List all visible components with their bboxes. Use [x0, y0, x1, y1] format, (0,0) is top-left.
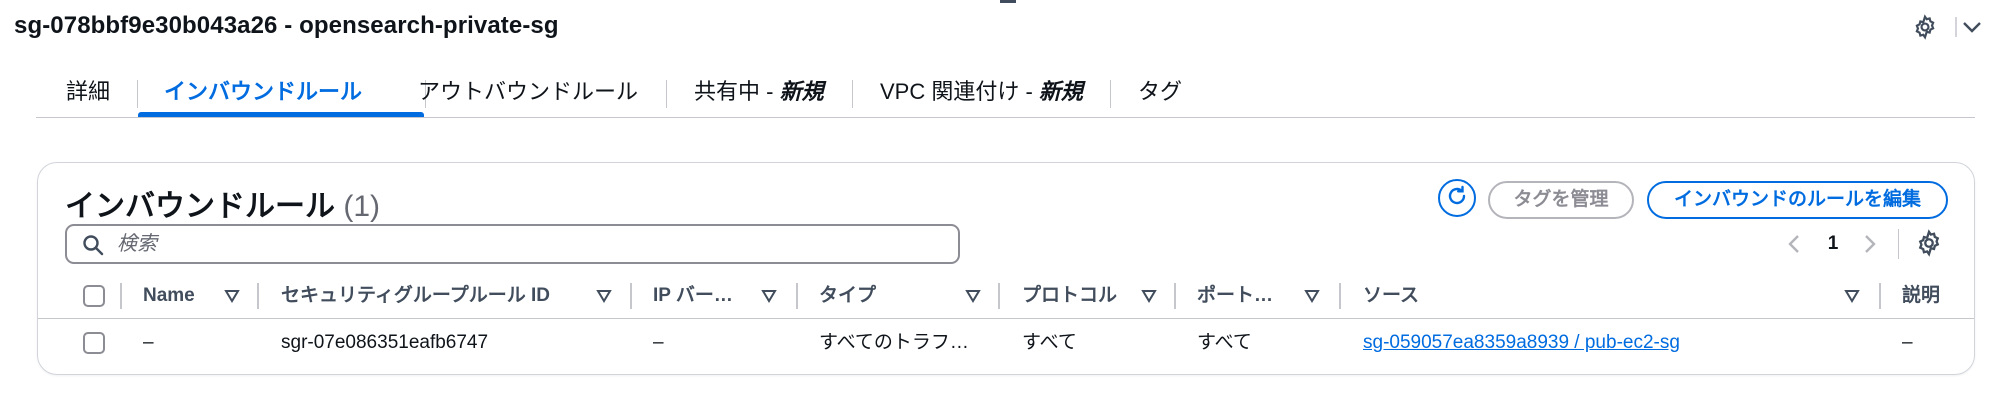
tab-inbound-rules[interactable]: インバウンドルール [164, 70, 362, 118]
source-security-group-link[interactable]: sg-059057ea8359a8939 / pub-ec2-sg [1363, 332, 1680, 353]
column-header-port[interactable]: ポート… [1197, 273, 1273, 319]
tab-label: 詳細 [66, 79, 111, 104]
search-field[interactable] [65, 224, 960, 264]
sort-icon[interactable] [1844, 289, 1860, 303]
gear-icon[interactable] [1912, 14, 1938, 40]
search-input[interactable] [117, 230, 937, 258]
sort-icon[interactable] [965, 289, 981, 303]
sort-icon[interactable] [1304, 289, 1320, 303]
tab-outbound-rules[interactable]: アウトバウンドルール [418, 70, 638, 118]
sort-icon[interactable] [224, 289, 240, 303]
column-divider [120, 283, 122, 309]
refresh-button[interactable] [1438, 179, 1476, 217]
panel-title: インバウンドルール (1) [65, 181, 380, 225]
column-divider [998, 283, 1000, 309]
cell-ip-version: – [653, 332, 664, 353]
tab-vpc-associations[interactable]: VPC 関連付け - 新規 [880, 70, 1083, 118]
column-divider [1339, 283, 1341, 309]
tab-label: 共有中 - [694, 79, 780, 104]
search-icon [82, 234, 104, 256]
tab-divider [852, 80, 853, 108]
rule-count: (1) [343, 190, 381, 223]
sort-icon[interactable] [596, 289, 612, 303]
tab-label: VPC 関連付け - [880, 79, 1039, 104]
row-checkbox[interactable] [83, 332, 105, 354]
sort-icon[interactable] [1141, 289, 1157, 303]
tab-label: アウトバウンドルール [418, 79, 639, 104]
select-all-checkbox[interactable] [83, 285, 105, 307]
column-header-ip-version[interactable]: IP バー… [653, 273, 733, 319]
tab-label: インバウンドルール [164, 79, 363, 104]
tab-details[interactable]: 詳細 [66, 70, 110, 118]
column-divider [630, 283, 632, 309]
cell-type: すべてのトラフ… [819, 332, 969, 353]
new-badge: 新規 [779, 79, 824, 104]
manage-tags-button[interactable]: タグを管理 [1488, 181, 1634, 219]
column-header-type[interactable]: タイプ [819, 273, 876, 319]
column-divider [257, 283, 259, 309]
active-tab-indicator [138, 112, 424, 117]
column-divider [796, 283, 798, 309]
page-title: sg-078bbf9e30b043a26 - opensearch-privat… [14, 12, 559, 39]
table-row[interactable]: – sgr-07e086351eafb6747 – すべてのトラフ… すべて す… [38, 320, 1974, 366]
tab-tags[interactable]: タグ [1138, 70, 1182, 118]
tab-divider [1110, 80, 1111, 108]
cell-port: すべて [1197, 332, 1252, 353]
column-divider [1879, 283, 1881, 309]
table-header: Name セキュリティグループルール ID IP バー… タイプ プロトコル ポ… [38, 273, 1974, 319]
tab-bar: 詳細 インバウンドルール アウトバウンドルール 共有中 - 新規 VPC 関連付… [36, 70, 1975, 118]
inbound-rules-panel: インバウンドルール (1) タグを管理 インバウンドのルールを編集 検索 1 N… [37, 162, 1975, 375]
new-badge: 新規 [1038, 79, 1083, 104]
top-drag-handle[interactable] [1000, 0, 1016, 3]
cell-protocol: すべて [1022, 332, 1077, 353]
tab-divider [137, 80, 138, 108]
sort-icon[interactable] [761, 289, 777, 303]
gear-icon[interactable] [1915, 229, 1943, 257]
previous-page-icon[interactable] [1783, 229, 1805, 259]
cell-source: sg-059057ea8359a8939 / pub-ec2-sg [1363, 320, 1680, 366]
cell-name: – [143, 332, 154, 353]
column-header-rule-id[interactable]: セキュリティグループルール ID [281, 273, 550, 319]
refresh-icon [1445, 184, 1469, 213]
panel-title-text: インバウンドルール [65, 190, 335, 223]
column-header-description[interactable]: 説明 [1902, 273, 1940, 319]
tab-divider [666, 80, 667, 108]
pager-divider [1898, 229, 1899, 259]
column-header-source[interactable]: ソース [1363, 273, 1419, 319]
cell-description: – [1902, 332, 1913, 353]
column-header-protocol[interactable]: プロトコル [1022, 273, 1117, 319]
current-page-number[interactable]: 1 [1822, 229, 1844, 259]
security-group-page: sg-078bbf9e30b043a26 - opensearch-privat… [0, 0, 2000, 394]
edit-inbound-rules-button[interactable]: インバウンドのルールを編集 [1647, 181, 1948, 219]
tab-sharing[interactable]: 共有中 - 新規 [694, 70, 824, 118]
cell-rule-id: sgr-07e086351eafb6747 [281, 332, 489, 353]
column-divider [1174, 283, 1176, 309]
column-header-name[interactable]: Name [143, 273, 195, 319]
next-page-icon[interactable] [1859, 229, 1881, 259]
tab-label: タグ [1138, 79, 1183, 104]
chevron-down-icon[interactable] [1955, 14, 1985, 40]
